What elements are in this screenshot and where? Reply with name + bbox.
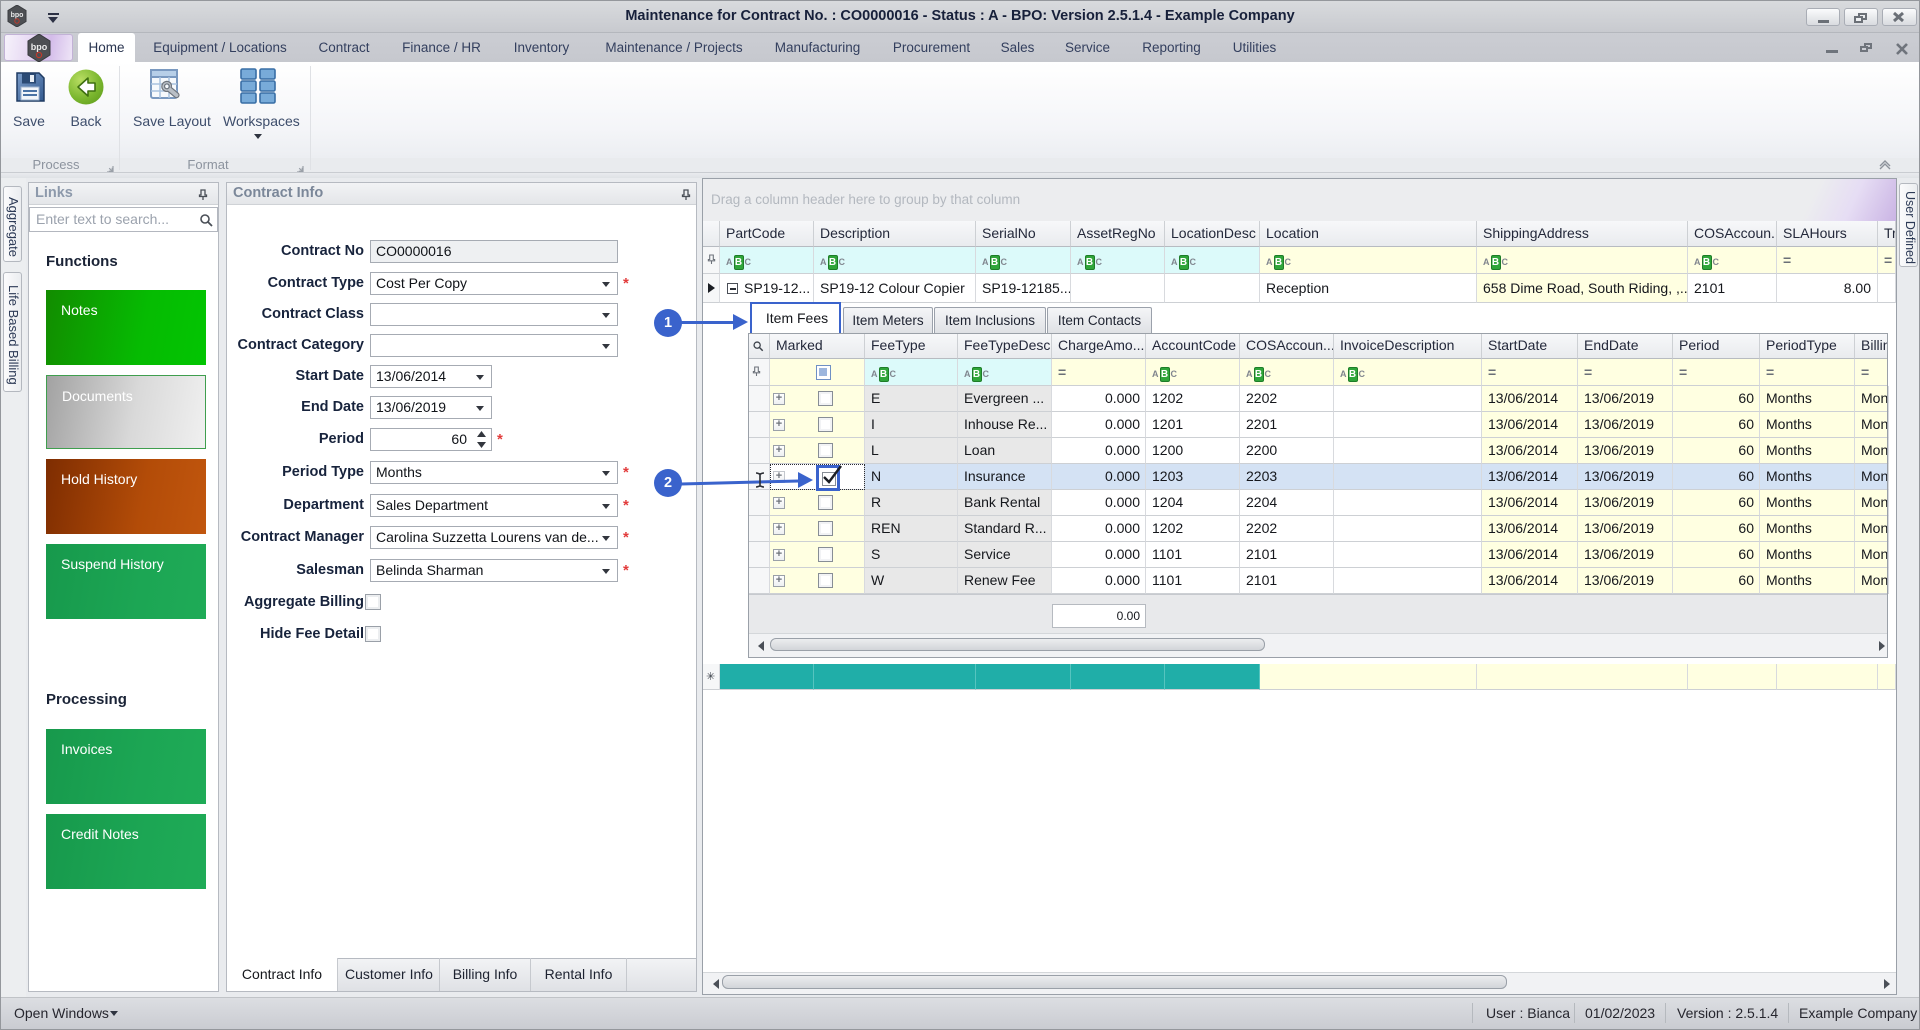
svg-text:bpo: bpo xyxy=(31,42,48,52)
svg-text:bpo: bpo xyxy=(11,12,24,19)
